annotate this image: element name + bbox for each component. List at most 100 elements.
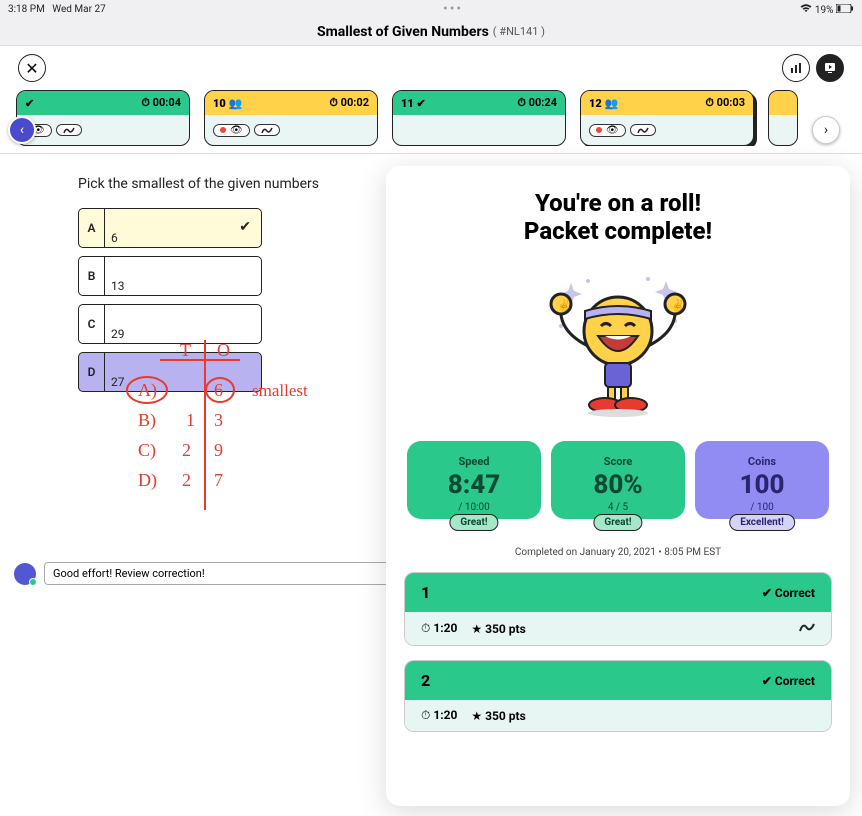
result-points: ★ 350 pts [471, 709, 525, 723]
result-head: 1 ✔ Correct [405, 573, 831, 612]
scribble-pill [630, 124, 656, 136]
result-status: ✔ Correct [762, 674, 815, 688]
check-icon: ✔ [239, 219, 251, 235]
close-icon: ✕ [25, 59, 38, 78]
stat-value: 8:47 [407, 470, 541, 500]
answer-c[interactable]: C 29 [78, 304, 262, 344]
answer-value: 29 [105, 305, 261, 343]
answer-b[interactable]: B 13 [78, 256, 262, 296]
question-card-2[interactable]: 11 ✔ ⏱ 00:24 [392, 90, 566, 146]
status-right: 19% [800, 3, 854, 16]
panel-headline: You're on a roll! Packet complete! [404, 190, 832, 245]
stats-button[interactable] [782, 54, 810, 82]
card-body [393, 115, 565, 145]
question-card-4[interactable] [768, 90, 798, 146]
answer-letter: A [79, 209, 105, 247]
answer-letter: C [79, 305, 105, 343]
svg-text:D): D) [138, 470, 157, 491]
page-title: Smallest of Given Numbers [317, 24, 489, 40]
completion-panel: You're on a roll! Packet complete! ✌ ✌ [386, 166, 850, 806]
stats-row: Speed 8:47 / 10:00 Great! Score 80% 4 / … [404, 441, 832, 519]
stopwatch-icon: ⏱ [141, 96, 150, 109]
card-status: 10 👥 [213, 97, 242, 110]
check-icon: ✔ [762, 674, 772, 688]
stat-label: Score [551, 455, 685, 468]
star-icon: ★ [471, 709, 482, 723]
svg-text:✌: ✌ [557, 298, 571, 312]
scribble-pill [254, 124, 280, 136]
card-body: 👁 [17, 115, 189, 145]
bar-chart-icon [790, 59, 802, 78]
chevron-right-icon: › [824, 122, 828, 138]
question-card-0[interactable]: ✔ ⏱ 00:04 👁 [16, 90, 190, 146]
present-button[interactable] [816, 54, 844, 82]
card-status: ✔ [25, 97, 34, 110]
status-time: 3:18 PM [8, 4, 45, 15]
card-head: 10 👥 ⏱ 00:02 [205, 91, 377, 115]
card-head: 12 👥 ⏱ 00:03 [581, 91, 753, 115]
svg-text:C): C) [138, 440, 156, 461]
people-icon: 👥 [605, 97, 619, 110]
prev-card-button[interactable]: ‹ [8, 116, 36, 144]
stopwatch-icon: ⏱ [421, 708, 430, 722]
scribble-icon[interactable] [799, 620, 815, 637]
card-strip[interactable]: ✔ ⏱ 00:04 👁 10 👥 ⏱ 00:02 👁 [16, 90, 846, 146]
toolbar: ✕ ‹ › ✔ ⏱ 00:04 👁 [0, 46, 862, 154]
svg-text:✌: ✌ [671, 298, 685, 312]
card-timer: ⏱ 00:24 [517, 96, 557, 110]
status-bar: 3:18 PM Wed Mar 27 ••• 19% [0, 0, 862, 18]
result-status: ✔ Correct [762, 586, 815, 600]
card-timer: ⏱ 00:04 [141, 96, 181, 110]
card-status: 11 ✔ [401, 97, 426, 110]
battery-percent: 19% [815, 5, 834, 16]
answer-a[interactable]: A 6✔ [78, 208, 262, 248]
answer-letter: D [79, 353, 105, 391]
stopwatch-icon: ⏱ [517, 96, 526, 109]
check-icon: ✔ [762, 586, 772, 600]
card-body: 👁 [581, 115, 753, 145]
celebration-illustration: ✌ ✌ [404, 271, 832, 421]
answer-list: A 6✔ B 13 C 29 D 27 [78, 208, 262, 392]
wifi-icon [800, 5, 814, 16]
svg-text:7: 7 [214, 470, 223, 490]
stopwatch-icon: ⏱ [329, 96, 338, 109]
card-timer: ⏱ 00:02 [329, 96, 369, 110]
svg-text:2: 2 [182, 440, 191, 460]
stat-label: Coins [695, 455, 829, 468]
result-time: ⏱ 1:20 [421, 621, 457, 636]
battery-icon [836, 5, 854, 16]
chevron-left-icon: ‹ [20, 122, 24, 138]
page-title-bar: Smallest of Given Numbers ( #NL141 ) [0, 18, 862, 46]
answer-d[interactable]: D 27 [78, 352, 262, 392]
stat-badge: Excellent! [729, 514, 795, 531]
card-head: ✔ ⏱ 00:04 [17, 91, 189, 115]
close-button[interactable]: ✕ [18, 54, 46, 82]
result-num: 1 [421, 583, 430, 602]
answer-value: 27 [105, 353, 261, 391]
drag-handle-icon: ••• [443, 1, 463, 17]
stat-badge: Great! [449, 514, 498, 531]
stat-sub: / 10:00 [407, 502, 541, 513]
question-card-3[interactable]: 12 👥 ⏱ 00:03 👁 [580, 90, 754, 146]
result-body: ⏱ 1:20 ★ 350 pts [405, 700, 831, 731]
stat-score: Score 80% 4 / 5 Great! [551, 441, 685, 519]
avatar[interactable] [14, 563, 36, 585]
question-card-1[interactable]: 10 👥 ⏱ 00:02 👁 [204, 90, 378, 146]
star-icon: ★ [471, 622, 482, 636]
card-head [769, 91, 797, 115]
scribble-pill [56, 124, 82, 136]
next-card-button[interactable]: › [812, 116, 840, 144]
stat-badge: Great! [593, 514, 642, 531]
stopwatch-icon: ⏱ [421, 621, 430, 635]
stat-coins: Coins 100 / 100 Excellent! [695, 441, 829, 519]
result-row-1[interactable]: 1 ✔ Correct ⏱ 1:20 ★ 350 pts [404, 572, 832, 646]
status-day: Wed Mar 27 [52, 4, 105, 15]
status-left: 3:18 PM Wed Mar 27 [8, 4, 106, 15]
stat-sub: 4 / 5 [551, 502, 685, 513]
answer-letter: B [79, 257, 105, 295]
result-row-2[interactable]: 2 ✔ Correct ⏱ 1:20 ★ 350 pts [404, 660, 832, 732]
result-num: 2 [421, 671, 430, 690]
stat-speed: Speed 8:47 / 10:00 Great! [407, 441, 541, 519]
card-body [769, 115, 797, 145]
stat-label: Speed [407, 455, 541, 468]
